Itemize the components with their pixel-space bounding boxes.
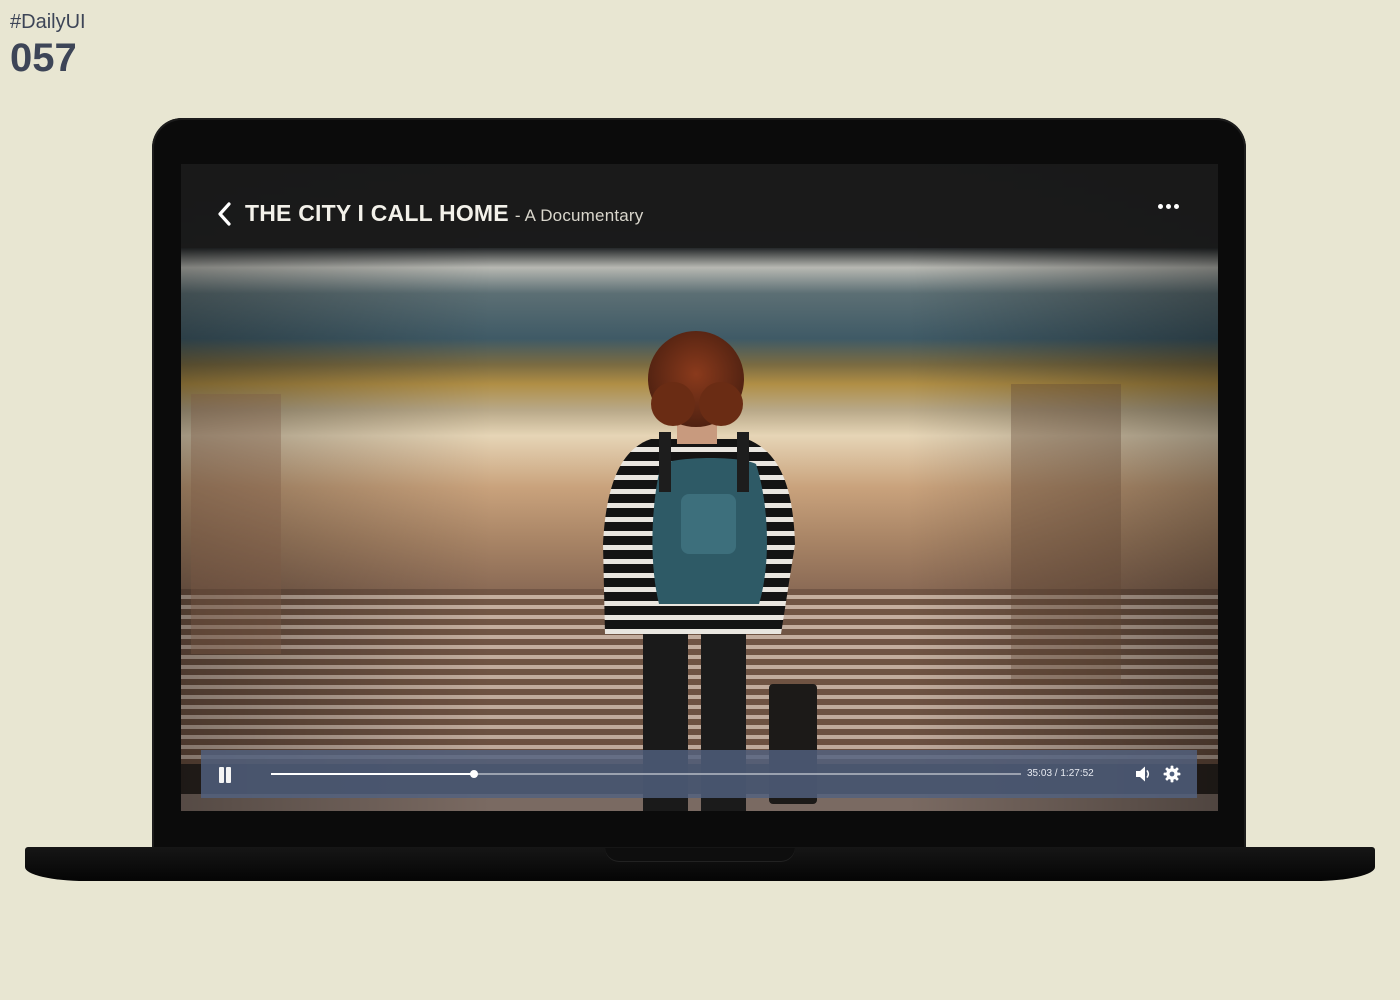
more-dot bbox=[1158, 203, 1163, 209]
progress-slider[interactable] bbox=[271, 770, 1021, 778]
more-options-icon[interactable] bbox=[1158, 200, 1180, 212]
daily-ui-label: #DailyUI 057 bbox=[10, 10, 86, 80]
player-controls: 35:03 / 1:27:52 bbox=[201, 750, 1197, 798]
settings-gear-icon[interactable] bbox=[1163, 765, 1181, 783]
pause-button[interactable] bbox=[217, 767, 233, 783]
volume-icon[interactable] bbox=[1135, 765, 1151, 783]
pause-icon-bar bbox=[226, 767, 231, 783]
daily-ui-number: 057 bbox=[10, 36, 77, 80]
more-dot bbox=[1166, 203, 1171, 209]
video-player: THE CITY I CALL HOME - A Documentary 35:0… bbox=[181, 164, 1218, 811]
progress-handle[interactable] bbox=[469, 770, 478, 778]
video-subtitle: - A Documentary bbox=[514, 206, 644, 225]
back-chevron-icon[interactable] bbox=[217, 202, 231, 226]
time-display: 35:03 / 1:27:52 bbox=[1027, 768, 1094, 779]
video-header: THE CITY I CALL HOME - A Documentary bbox=[181, 164, 1218, 248]
laptop-notch bbox=[605, 848, 795, 862]
more-dot bbox=[1174, 203, 1179, 209]
video-frame[interactable] bbox=[181, 164, 1218, 811]
daily-ui-tag: #DailyUI bbox=[10, 11, 86, 33]
pause-icon-bar bbox=[219, 767, 224, 783]
video-title: THE CITY I CALL HOME - A Documentary bbox=[245, 200, 644, 227]
progress-played bbox=[271, 773, 474, 775]
video-title-text: THE CITY I CALL HOME bbox=[245, 200, 509, 226]
